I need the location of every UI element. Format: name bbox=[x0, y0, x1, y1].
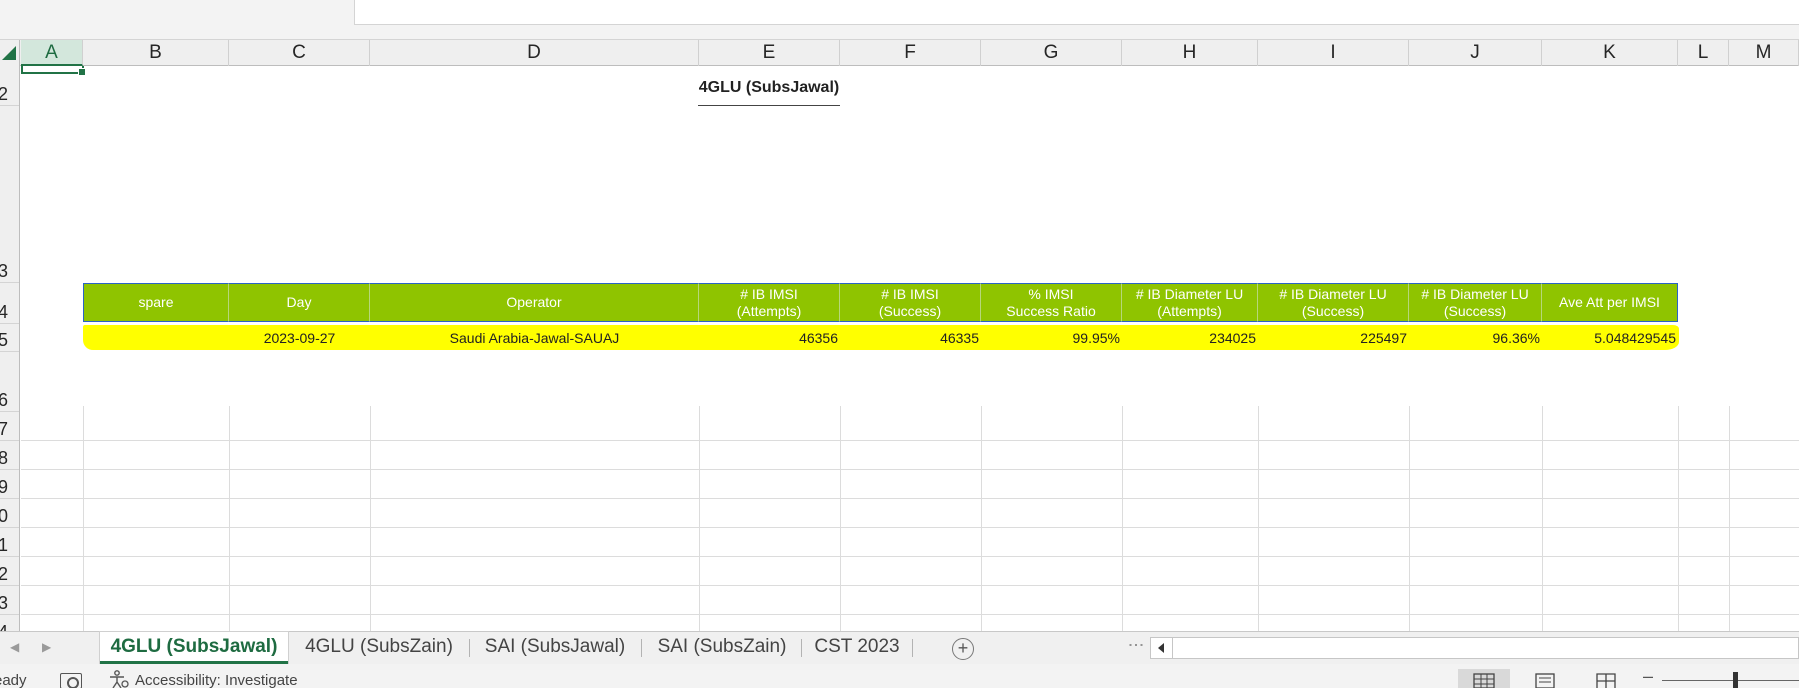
normal-view-icon bbox=[1473, 673, 1495, 688]
cell-operator[interactable]: Saudi Arabia-Jawal-SAUAJ bbox=[370, 329, 699, 347]
sheet-title: 4GLU (SubsJawal) bbox=[698, 79, 840, 106]
header-imsi-success-ratio[interactable]: % IMSI Success Ratio bbox=[981, 283, 1122, 322]
row-header[interactable]: 8 bbox=[0, 441, 19, 470]
header-spare[interactable]: spare bbox=[83, 283, 229, 322]
row-header[interactable]: 4 bbox=[0, 283, 19, 324]
scroll-left-arrow-icon[interactable] bbox=[1151, 638, 1173, 658]
column-header-k[interactable]: K bbox=[1542, 40, 1678, 66]
horizontal-scrollbar[interactable] bbox=[1150, 637, 1799, 659]
sheet-tab-sai-subsjawal[interactable]: SAI (SubsJawal) bbox=[475, 632, 635, 664]
column-header-l[interactable]: L bbox=[1678, 40, 1729, 66]
status-ready: eady bbox=[0, 672, 27, 688]
row-header[interactable]: 2 bbox=[0, 557, 19, 586]
accessibility-icon[interactable] bbox=[108, 670, 130, 688]
column-header-h[interactable]: H bbox=[1122, 40, 1258, 66]
column-header-f[interactable]: F bbox=[840, 40, 981, 66]
page-break-icon bbox=[1596, 673, 1616, 688]
row-header[interactable]: 0 bbox=[0, 499, 19, 528]
header-operator[interactable]: Operator bbox=[370, 283, 699, 322]
cell-imsi-success[interactable]: 46335 bbox=[840, 329, 979, 347]
page-layout-icon bbox=[1535, 673, 1555, 688]
add-sheet-icon[interactable]: + bbox=[952, 638, 974, 660]
worksheet-grid[interactable]: 4GLU (SubsJawal) spare Day Operator # IB… bbox=[21, 66, 1799, 631]
excel-window: { "columns": ["A","B","C","D","E","F","G… bbox=[0, 0, 1799, 688]
column-header-j[interactable]: J bbox=[1409, 40, 1542, 66]
scroll-tabs-left-icon[interactable]: ◀ bbox=[10, 640, 19, 654]
sheet-tab-cst-2023[interactable]: CST 2023 bbox=[807, 632, 907, 664]
status-bar: eady Accessibility: Investigate – bbox=[0, 664, 1799, 688]
active-cell-a1[interactable] bbox=[21, 66, 86, 76]
row-header[interactable]: 1 bbox=[0, 528, 19, 557]
accessibility-status[interactable]: Accessibility: Investigate bbox=[135, 672, 298, 688]
column-headers: A B C D E F G H I J K L M bbox=[0, 40, 1799, 66]
row-header[interactable]: 7 bbox=[0, 412, 19, 441]
cell-day[interactable]: 2023-09-27 bbox=[229, 329, 370, 347]
column-header-d[interactable]: D bbox=[370, 40, 699, 66]
normal-view-button[interactable] bbox=[1458, 669, 1510, 688]
column-header-a[interactable]: A bbox=[21, 40, 83, 66]
select-all-triangle-icon bbox=[2, 46, 16, 60]
sheet-tab-bar: ◀ ▶ 4GLU (SubsJawal) 4GLU (SubsZain) SAI… bbox=[0, 631, 1799, 664]
header-ave-att-per-imsi[interactable]: Ave Att per IMSI bbox=[1542, 283, 1678, 322]
row-headers: 2 3 4 5 6 7 8 9 0 1 2 3 4 bbox=[0, 66, 20, 631]
row-header[interactable]: 2 bbox=[0, 66, 19, 106]
column-header-b[interactable]: B bbox=[83, 40, 229, 66]
cell-ave-att-per-imsi[interactable]: 5.048429545 bbox=[1542, 329, 1676, 347]
row-header[interactable]: 4 bbox=[0, 615, 19, 631]
page-layout-view-button[interactable] bbox=[1519, 669, 1571, 688]
row-header[interactable]: 5 bbox=[0, 324, 19, 352]
cell-diameter-lu-success-ratio[interactable]: 96.36% bbox=[1409, 329, 1540, 347]
sheet-tab-sai-subszain[interactable]: SAI (SubsZain) bbox=[647, 632, 797, 664]
row-header[interactable]: 9 bbox=[0, 470, 19, 499]
formula-bar[interactable] bbox=[354, 0, 1799, 25]
row-header[interactable]: 6 bbox=[0, 352, 19, 412]
cell-diameter-lu-success[interactable]: 225497 bbox=[1258, 329, 1407, 347]
zoom-slider-thumb[interactable] bbox=[1733, 672, 1738, 688]
column-header-c[interactable]: C bbox=[229, 40, 370, 66]
page-break-view-button[interactable] bbox=[1580, 669, 1632, 688]
header-imsi-attempts[interactable]: # IB IMSI (Attempts) bbox=[699, 283, 840, 322]
scroll-tabs-right-icon[interactable]: ▶ bbox=[42, 640, 51, 654]
tab-splitter-handle[interactable]: ⋮ bbox=[1126, 637, 1145, 652]
header-day[interactable]: Day bbox=[229, 283, 370, 322]
cell-imsi-success-ratio[interactable]: 99.95% bbox=[981, 329, 1120, 347]
select-all-button[interactable] bbox=[0, 40, 20, 66]
column-header-g[interactable]: G bbox=[981, 40, 1122, 66]
sheet-tab-4glu-subsjawal[interactable]: 4GLU (SubsJawal) bbox=[100, 632, 288, 664]
header-imsi-success[interactable]: # IB IMSI (Success) bbox=[840, 283, 981, 322]
sheet-tab-4glu-subszain[interactable]: 4GLU (SubsZain) bbox=[295, 632, 463, 664]
header-diameter-lu-attempts[interactable]: # IB Diameter LU (Attempts) bbox=[1122, 283, 1258, 322]
zoom-out-icon[interactable]: – bbox=[1643, 666, 1653, 687]
column-header-i[interactable]: I bbox=[1258, 40, 1409, 66]
header-diameter-lu-success[interactable]: # IB Diameter LU (Success) bbox=[1258, 283, 1409, 322]
row-header[interactable]: 3 bbox=[0, 586, 19, 615]
cell-diameter-lu-attempts[interactable]: 234025 bbox=[1122, 329, 1256, 347]
column-header-e[interactable]: E bbox=[699, 40, 840, 66]
zoom-slider[interactable] bbox=[1662, 680, 1799, 681]
cell-spare[interactable] bbox=[83, 329, 229, 347]
row-header[interactable]: 3 bbox=[0, 106, 19, 283]
cell-imsi-attempts[interactable]: 46356 bbox=[699, 329, 838, 347]
column-header-m[interactable]: M bbox=[1729, 40, 1799, 66]
formula-bar-area bbox=[0, 0, 1799, 40]
macro-recording-icon[interactable] bbox=[60, 673, 82, 688]
header-diameter-lu-success-ratio[interactable]: # IB Diameter LU (Success) bbox=[1409, 283, 1542, 322]
